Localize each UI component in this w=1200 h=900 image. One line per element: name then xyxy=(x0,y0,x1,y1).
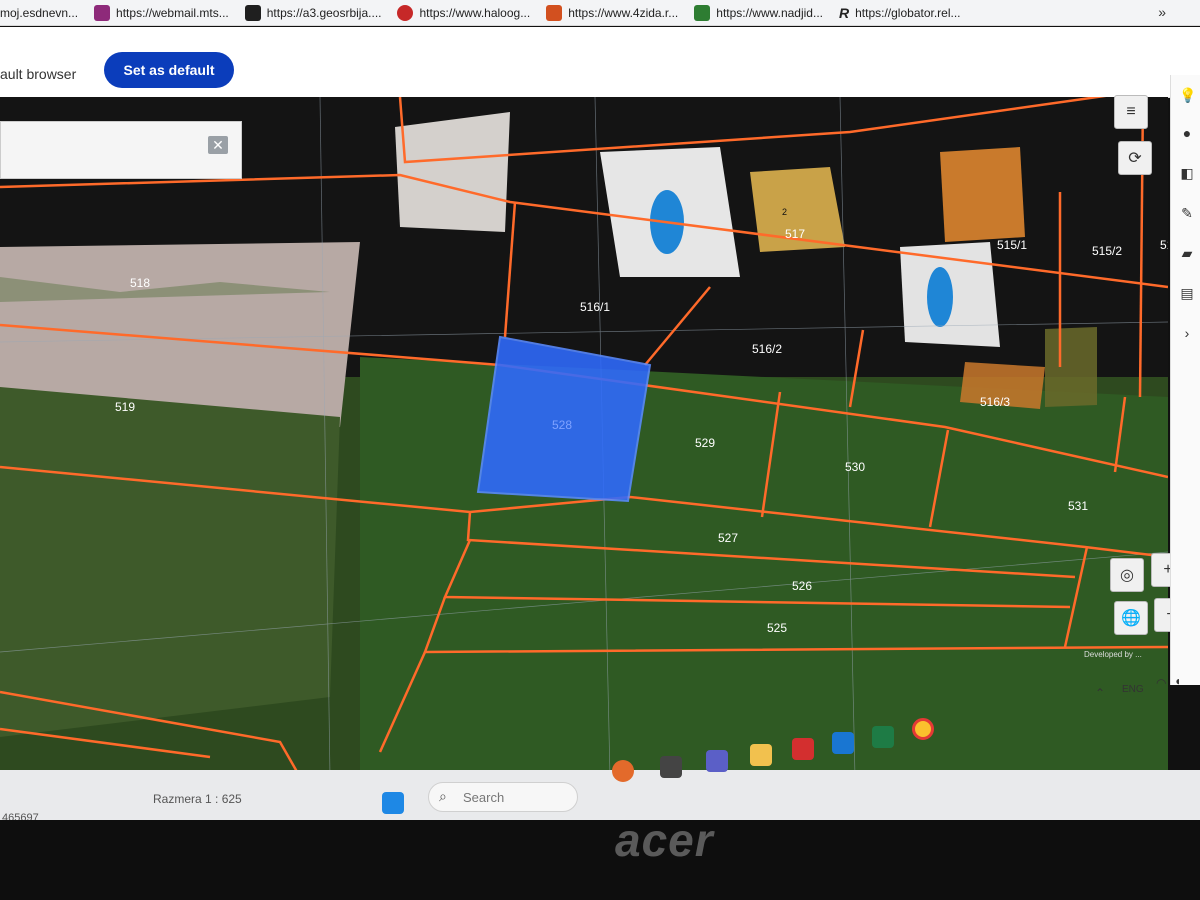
user-icon[interactable]: ● xyxy=(1179,125,1195,141)
parcel-label: 531 xyxy=(1068,499,1088,513)
refresh-button[interactable]: ⟳ xyxy=(1118,141,1152,175)
parcel-label: 518 xyxy=(130,276,150,290)
parcel-label: 526 xyxy=(792,579,812,593)
taskbar-search-label: Search xyxy=(463,790,505,805)
haloog-icon xyxy=(397,4,414,21)
parcel-label: 528 xyxy=(552,418,572,432)
laptop-bezel xyxy=(0,820,1200,900)
parcel-label: 516/1 xyxy=(580,300,610,314)
excel-icon[interactable] xyxy=(872,726,894,748)
infobar-text: ault browser xyxy=(0,66,77,82)
bookmark-label: https://www.4zida.r... xyxy=(568,5,679,20)
bookmark-item[interactable]: R https://globator.rel... xyxy=(839,5,961,21)
pool xyxy=(927,267,953,327)
parcel-label: 530 xyxy=(845,460,865,474)
globator-icon: R xyxy=(838,4,850,21)
globe-icon: 🌐 xyxy=(1121,610,1141,627)
bookmark-label: https://www.haloog... xyxy=(419,5,531,20)
locate-icon: ◎ xyxy=(1120,567,1134,584)
pencil-icon[interactable]: ✎ xyxy=(1179,205,1195,221)
menu-button[interactable]: ≡ xyxy=(1114,95,1148,129)
bookmark-label: https://a3.geosrbija.... xyxy=(266,5,382,20)
outlook-icon[interactable] xyxy=(832,732,854,754)
bookmark-item[interactable]: https://www.haloog... xyxy=(397,4,531,21)
wifi-icon[interactable]: ◠ xyxy=(1156,676,1166,690)
parcel-label: 515/2 xyxy=(1092,244,1122,258)
bookmark-label: https://www.nadjid... xyxy=(716,5,823,20)
chevron-up-icon[interactable]: ⌃ xyxy=(1095,686,1105,700)
file-explorer-icon[interactable] xyxy=(750,744,772,766)
refresh-icon: ⟳ xyxy=(1128,150,1142,167)
chrome-icon[interactable] xyxy=(912,718,934,740)
search-input[interactable] xyxy=(1,132,200,170)
parcel-label: 515/1 xyxy=(997,238,1027,252)
geosrbija-icon xyxy=(244,4,261,21)
app-icon[interactable] xyxy=(612,760,634,782)
clear-search-icon[interactable]: ✕ xyxy=(208,136,228,154)
parcel-label: 525 xyxy=(767,621,787,635)
lightbulb-icon[interactable]: 💡 xyxy=(1179,87,1196,103)
locate-button[interactable]: ◎ xyxy=(1110,558,1144,592)
parcel-label: 519 xyxy=(115,400,135,414)
volume-icon[interactable]: ◖ xyxy=(1174,674,1181,688)
parcel-label: 515 xyxy=(1160,238,1168,252)
bookmarks-bar: moj.esdnevn... https://webmail.mts... ht… xyxy=(0,0,1200,26)
parcel-label: 516/3 xyxy=(980,395,1010,409)
acrobat-icon[interactable] xyxy=(792,738,814,760)
parcel-label: 517 xyxy=(785,227,805,241)
map-scale: Razmera 1 : 625 xyxy=(153,792,242,806)
bookmark-item[interactable]: https://a3.geosrbija.... xyxy=(244,4,382,21)
bookmark-label: moj.esdnevn... xyxy=(0,5,79,20)
parcel-label: 529 xyxy=(695,436,715,450)
teams-icon[interactable] xyxy=(706,750,728,772)
layers-icon[interactable]: ◧ xyxy=(1179,165,1195,181)
search-panel xyxy=(0,121,242,179)
building xyxy=(940,147,1025,242)
eraser-icon[interactable]: ▰ xyxy=(1179,245,1195,261)
windows-start-icon[interactable] xyxy=(382,792,404,814)
right-toolbar: 💡 ● ◧ ✎ ▰ ▤ › xyxy=(1170,75,1200,685)
building xyxy=(1045,327,1097,407)
parcel-label: 527 xyxy=(718,531,738,545)
bookmarks-overflow-icon[interactable]: » xyxy=(1158,4,1166,20)
map-attribution: Developed by ... xyxy=(1084,650,1142,659)
default-browser-infobar: ault browser Set as default xyxy=(0,27,1200,98)
bookmark-item[interactable]: https://www.4zida.r... xyxy=(546,4,679,21)
bookmark-label: https://webmail.mts... xyxy=(116,5,229,20)
map-canvas: 2 518 519 516/1 516/2 517 516/3 515/1 51… xyxy=(0,97,1168,777)
building xyxy=(395,112,510,232)
search-icon: ⌕ xyxy=(439,788,447,804)
set-as-default-button[interactable]: Set as default xyxy=(104,52,234,88)
bookmark-item[interactable]: moj.esdnevn... xyxy=(0,6,78,20)
menu-icon: ≡ xyxy=(1126,103,1136,120)
bookmark-label: https://globator.rel... xyxy=(855,5,961,20)
parcel-label: 516/2 xyxy=(752,342,782,356)
webmail-icon xyxy=(94,4,111,21)
taskbar-search[interactable]: ⌕ Search xyxy=(428,782,578,812)
bookmark-item[interactable]: https://www.nadjid... xyxy=(694,4,823,21)
acer-logo: acer xyxy=(615,814,714,866)
print-icon[interactable]: ▤ xyxy=(1179,285,1195,301)
building-number: 2 xyxy=(782,207,787,217)
language-indicator[interactable]: ENG xyxy=(1122,684,1144,695)
4zida-icon xyxy=(546,4,563,21)
bookmark-item[interactable]: https://webmail.mts... xyxy=(94,4,229,21)
cadastral-map[interactable]: 2 518 519 516/1 516/2 517 516/3 515/1 51… xyxy=(0,97,1168,777)
chevron-icon[interactable]: › xyxy=(1179,325,1195,341)
task-view-icon[interactable] xyxy=(660,756,682,778)
globe-button[interactable]: 🌐 xyxy=(1114,601,1148,635)
nadjidom-icon xyxy=(694,4,711,21)
